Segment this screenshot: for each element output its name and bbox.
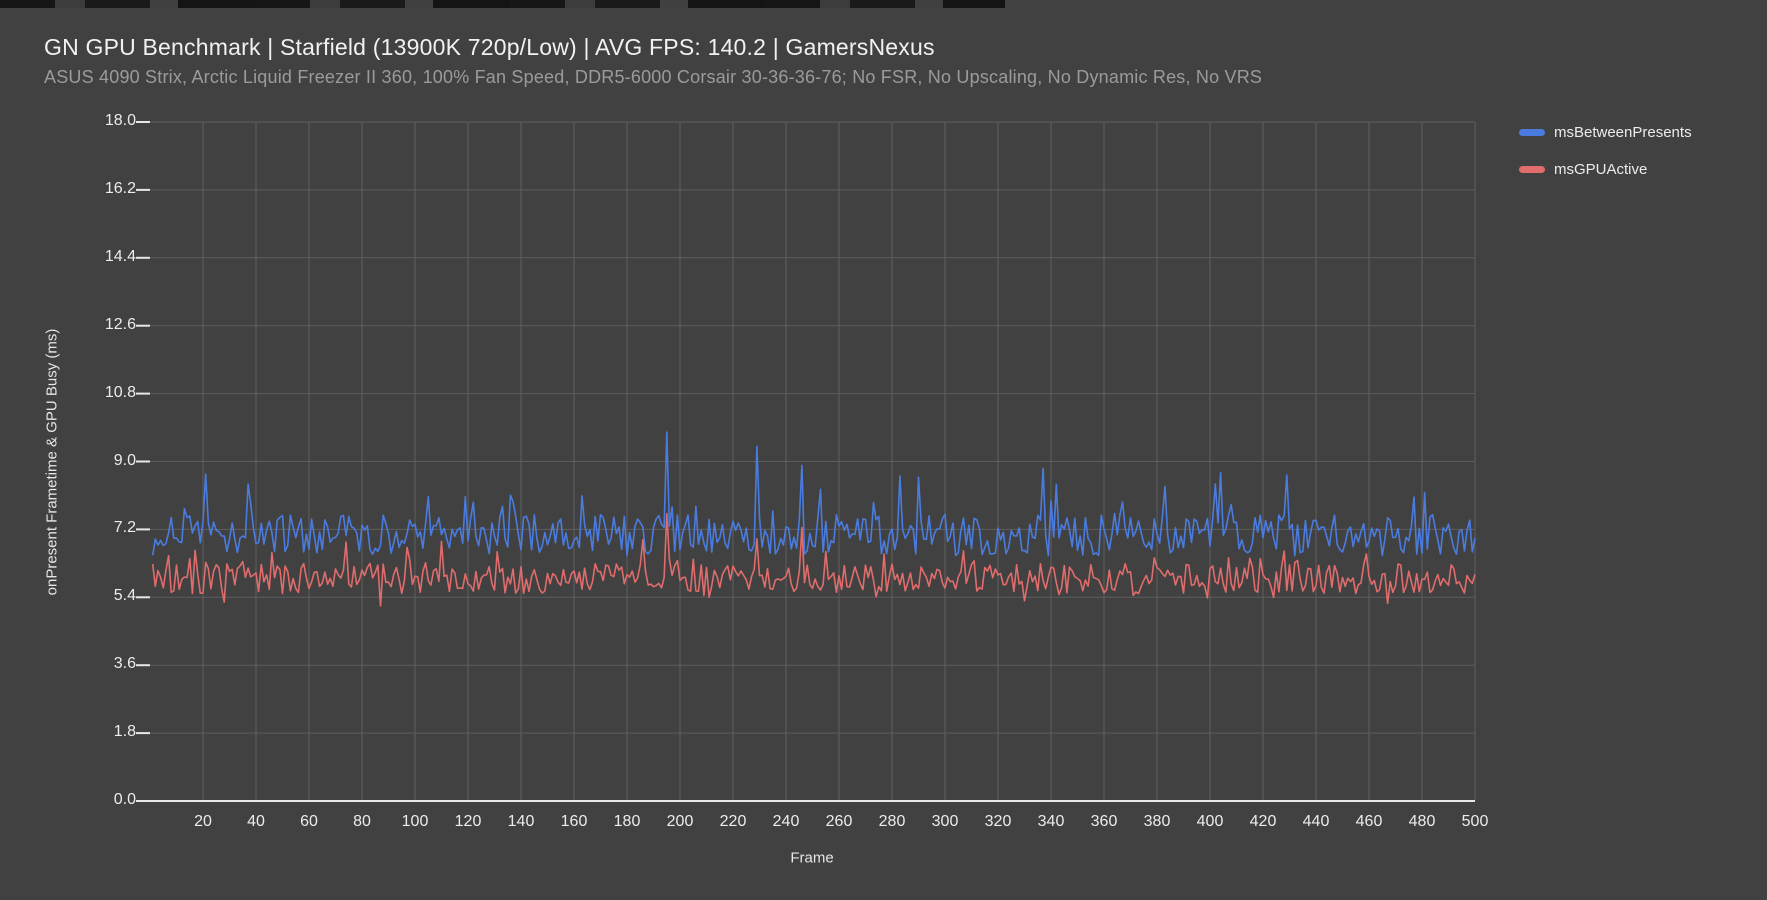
- msgpuactive-line: [153, 514, 1475, 606]
- y-tick-label: 1.8: [48, 723, 136, 741]
- x-tick-label: 200: [652, 813, 708, 831]
- x-tick-label: 340: [1023, 813, 1079, 831]
- msbetweenpresents-swatch: [1519, 129, 1545, 136]
- y-axis-title: onPresent Frametime & GPU Busy (ms): [44, 329, 61, 596]
- msbetweenpresents-line: [153, 432, 1475, 556]
- x-tick-label: 60: [281, 813, 337, 831]
- x-tick-label: 320: [970, 813, 1026, 831]
- x-tick-label: 380: [1129, 813, 1185, 831]
- legend-label-msbetweenpresents: msBetweenPresents: [1554, 124, 1692, 141]
- x-tick-label: 140: [493, 813, 549, 831]
- x-tick-label: 40: [228, 813, 284, 831]
- y-tick-label: 18.0: [48, 112, 136, 130]
- x-axis-title: Frame: [790, 850, 833, 867]
- y-tick-label: 14.4: [48, 248, 136, 266]
- y-tick-label: 16.2: [48, 180, 136, 198]
- legend-item-msgpuactive: msGPUActive: [1519, 161, 1692, 178]
- x-tick-label: 400: [1182, 813, 1238, 831]
- x-tick-label: 120: [440, 813, 496, 831]
- msgpuactive-swatch: [1519, 166, 1545, 173]
- plot-area: [0, 0, 1767, 900]
- gpu-benchmark-chart: GN GPU Benchmark | Starfield (13900K 720…: [0, 0, 1767, 900]
- x-tick-label: 480: [1394, 813, 1450, 831]
- legend: msBetweenPresents msGPUActive: [1519, 124, 1692, 198]
- y-tick-label: 9.0: [48, 452, 136, 470]
- legend-label-msgpuactive: msGPUActive: [1554, 161, 1647, 178]
- x-tick-label: 260: [811, 813, 867, 831]
- x-tick-label: 240: [758, 813, 814, 831]
- x-tick-label: 20: [175, 813, 231, 831]
- x-tick-label: 440: [1288, 813, 1344, 831]
- y-tick-label: 3.6: [48, 655, 136, 673]
- legend-item-msbetweenpresents: msBetweenPresents: [1519, 124, 1692, 141]
- x-tick-label: 160: [546, 813, 602, 831]
- y-tick-label: 12.6: [48, 316, 136, 334]
- x-tick-label: 180: [599, 813, 655, 831]
- x-tick-label: 460: [1341, 813, 1397, 831]
- x-tick-label: 220: [705, 813, 761, 831]
- x-tick-label: 500: [1447, 813, 1503, 831]
- x-tick-label: 420: [1235, 813, 1291, 831]
- x-tick-label: 360: [1076, 813, 1132, 831]
- x-tick-label: 280: [864, 813, 920, 831]
- y-tick-label: 5.4: [48, 587, 136, 605]
- x-tick-label: 300: [917, 813, 973, 831]
- x-tick-label: 80: [334, 813, 390, 831]
- y-tick-label: 7.2: [48, 519, 136, 537]
- y-tick-label: 10.8: [48, 384, 136, 402]
- y-tick-label: 0.0: [48, 791, 136, 809]
- x-tick-label: 100: [387, 813, 443, 831]
